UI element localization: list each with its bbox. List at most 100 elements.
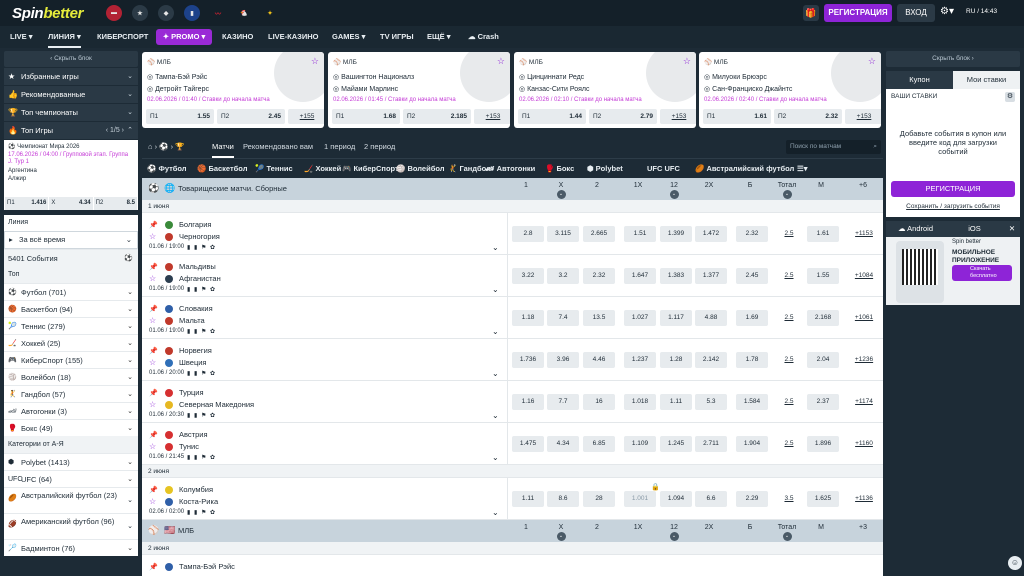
tab-coupon[interactable]: Купон xyxy=(886,71,953,89)
hide-left-block[interactable]: ‹ Скрыть блок xyxy=(4,51,138,67)
more-markets-header[interactable]: +3 xyxy=(848,524,878,531)
odd-p1[interactable]: П1 1.55 xyxy=(146,109,214,124)
tab-android[interactable]: ☁ Android xyxy=(886,221,945,237)
sport-filter[interactable]: 🏉 Австралийский футбол xyxy=(695,159,794,179)
nav-liniya[interactable]: ЛИНИЯ ▾ xyxy=(48,26,81,48)
nav-cybersport[interactable]: КИБЕРСПОРТ xyxy=(97,26,148,48)
sidebar-sport-item[interactable]: 🏎 Автогонки (3) ⌄ xyxy=(4,402,138,419)
odd-button[interactable]: 5.3 xyxy=(695,394,727,410)
odd-button[interactable]: 1.69 xyxy=(736,310,768,326)
column-header[interactable]: 1 xyxy=(511,524,541,531)
odd-p1[interactable]: П1 1.68 xyxy=(332,109,400,124)
event-row[interactable]: 📌 ☆ Болгария Черногория 01.06 / 19:00 ▮ ▮ ⚑ ✿… xyxy=(142,213,883,255)
odd-button[interactable]: 3.22 xyxy=(512,268,544,284)
gear-icon[interactable]: ⚙ xyxy=(1005,92,1015,102)
odd-button[interactable]: 7.4 xyxy=(547,310,579,326)
chevron-down-icon[interactable]: ⌄ xyxy=(492,327,499,336)
odd-button[interactable]: 6.6 xyxy=(695,491,727,507)
download-button[interactable]: Скачать бесплатно xyxy=(952,265,1012,281)
odd-button[interactable]: 1.11 xyxy=(660,394,692,410)
column-header[interactable]: 2X xyxy=(694,182,724,189)
odd-button[interactable]: 3.115 xyxy=(547,226,579,242)
more-odds[interactable]: +153 xyxy=(474,109,510,124)
language-time[interactable]: RU / 14:43 xyxy=(966,8,997,15)
nav-promo[interactable]: ✦ PROMO ▾ xyxy=(156,29,212,45)
more-markets-link[interactable]: +1061 xyxy=(849,310,879,326)
odd-button[interactable]: 2.37 xyxy=(807,394,839,410)
nav-more[interactable]: ЕЩЁ ▾ xyxy=(427,26,451,48)
event-row[interactable]: 📌 ☆ Колумбия Коста-Рика 02.06 / 02:00 ▮ ▮ ⚑ ✿… xyxy=(142,478,883,520)
more-odds[interactable]: +153 xyxy=(660,109,696,124)
odd-button[interactable]: 4.34 xyxy=(547,436,579,452)
star-icon[interactable]: ☆ xyxy=(311,56,319,67)
logo[interactable]: Spinbetter xyxy=(12,5,83,22)
hide-right-block[interactable]: Скрыть блок › xyxy=(886,51,1020,67)
more-markets-link[interactable]: +1136 xyxy=(849,491,879,507)
odd-button[interactable]: 3.5 xyxy=(773,491,805,507)
odd-button[interactable]: 1.736 xyxy=(512,352,544,368)
odd-button[interactable]: 28 xyxy=(583,491,615,507)
star-icon[interactable]: ☆ xyxy=(149,358,156,367)
odd-button[interactable]: 2.5 xyxy=(773,310,805,326)
more-markets-link[interactable]: +1153 xyxy=(849,226,879,242)
odd-button[interactable]: 1.027 xyxy=(624,310,656,326)
odd-button[interactable]: 1.383 xyxy=(660,268,692,284)
stats-icons[interactable]: ▮ ▮ ⚑ ✿ xyxy=(187,370,216,377)
odd-button[interactable]: 2.711 xyxy=(695,436,727,452)
odd-button[interactable]: 1.094 xyxy=(660,491,692,507)
sidebar-sport-item[interactable]: 🏐 Волейбол (18) ⌄ xyxy=(4,368,138,385)
match-card[interactable]: ⚾ МЛБ ☆ ◎ Вашингтон Националз ◎ Майами Марл… xyxy=(328,52,510,128)
period-select[interactable]: ▸ За всё время ⌄ xyxy=(4,231,138,249)
column-header[interactable]: М xyxy=(806,182,836,189)
odd-button[interactable]: 2.5 xyxy=(773,394,805,410)
odd-p2[interactable]: П2 2.185 xyxy=(403,109,471,124)
column-header[interactable]: 2 xyxy=(582,524,612,531)
odd-button[interactable]: 1.018 xyxy=(624,394,656,410)
sidebar-sport-item[interactable]: 🤾 Гандбол (57) ⌄ xyxy=(4,385,138,402)
nav-crash[interactable]: ☁ Crash xyxy=(468,26,499,48)
more-markets-link[interactable]: +1084 xyxy=(849,268,879,284)
login-button[interactable]: ВХОД xyxy=(897,4,935,22)
odd-button[interactable]: 2.142 xyxy=(695,352,727,368)
chat-icon[interactable]: ☺ xyxy=(1008,556,1022,570)
sidebar-sport-item[interactable]: 🎮 КиберСпорт (155) ⌄ xyxy=(4,351,138,368)
nav-games[interactable]: GAMES ▾ xyxy=(332,26,365,48)
odd-button[interactable]: 2.45 xyxy=(736,268,768,284)
star-icon[interactable]: ☆ xyxy=(149,400,156,409)
odd-button[interactable]: 1.237 xyxy=(624,352,656,368)
odd-button[interactable]: 1.904 xyxy=(736,436,768,452)
odd-button[interactable]: 7.7 xyxy=(547,394,579,410)
more-markets-link[interactable]: +1236 xyxy=(849,352,879,368)
event-row[interactable]: 📌 ☆ Мальдивы Афганистан 01.06 / 19:00 ▮ ▮ ⚑ ✿… xyxy=(142,255,883,297)
sport-filter[interactable]: 🎾 Теннис xyxy=(255,159,293,179)
odd-p2[interactable]: П2 2.32 xyxy=(774,109,842,124)
sidebar-top-games[interactable]: 🔥 Топ Игры ‹ 1/5 › ⌃ xyxy=(4,122,138,139)
gear-icon[interactable]: ⚙▾ xyxy=(940,6,954,17)
pin-icon[interactable]: 📌 xyxy=(149,221,158,229)
event-row[interactable]: 📌 ☆ Норвегия Швеция 01.06 / 20:00 ▮ ▮ ⚑ ✿ ⌄ 1.7… xyxy=(142,339,883,381)
odd-button[interactable]: 2.168 xyxy=(807,310,839,326)
pager[interactable]: ‹ 1/5 › xyxy=(106,122,124,139)
sidebar-category-item[interactable]: 🏉 Австралийский футбол (23) ⌄ xyxy=(4,487,138,513)
match-card[interactable]: ⚾ МЛБ ☆ ◎ Милуоки Брюэрс ◎ Сан-Франциско Дж… xyxy=(699,52,881,128)
odd-button[interactable]: 2.04 xyxy=(807,352,839,368)
tab-ios[interactable]: iOS xyxy=(945,221,1004,237)
odd-button[interactable]: 1.001 xyxy=(624,491,656,507)
nav-tv-games[interactable]: TV ИГРЫ xyxy=(380,26,414,48)
odd-button[interactable]: 1.61 xyxy=(807,226,839,242)
sidebar-recommended[interactable]: 👍 Рекомендованные ⌄ xyxy=(4,86,138,103)
star-icon[interactable]: ☆ xyxy=(149,274,156,283)
odd-button[interactable]: 4.88 xyxy=(695,310,727,326)
odd-button[interactable]: 2.5 xyxy=(773,436,805,452)
more-odds[interactable]: +155 xyxy=(288,109,324,124)
column-header[interactable]: 12 ⌄ xyxy=(659,182,689,199)
chevron-down-icon[interactable]: ⌄ xyxy=(492,411,499,420)
chevron-down-icon[interactable]: ⌄ xyxy=(492,369,499,378)
odd-x[interactable]: X 4.34 xyxy=(49,197,93,210)
odd-button[interactable]: 1.625 xyxy=(807,491,839,507)
odd-button[interactable]: 1.647 xyxy=(624,268,656,284)
sidebar-sport-badminton[interactable]: 🏸 Бадминтон (76) ⌄ xyxy=(4,539,138,556)
more-odds[interactable]: +153 xyxy=(845,109,881,124)
odd-button[interactable]: 2.5 xyxy=(773,226,805,242)
register-button[interactable]: РЕГИСТРАЦИЯ xyxy=(824,4,892,22)
